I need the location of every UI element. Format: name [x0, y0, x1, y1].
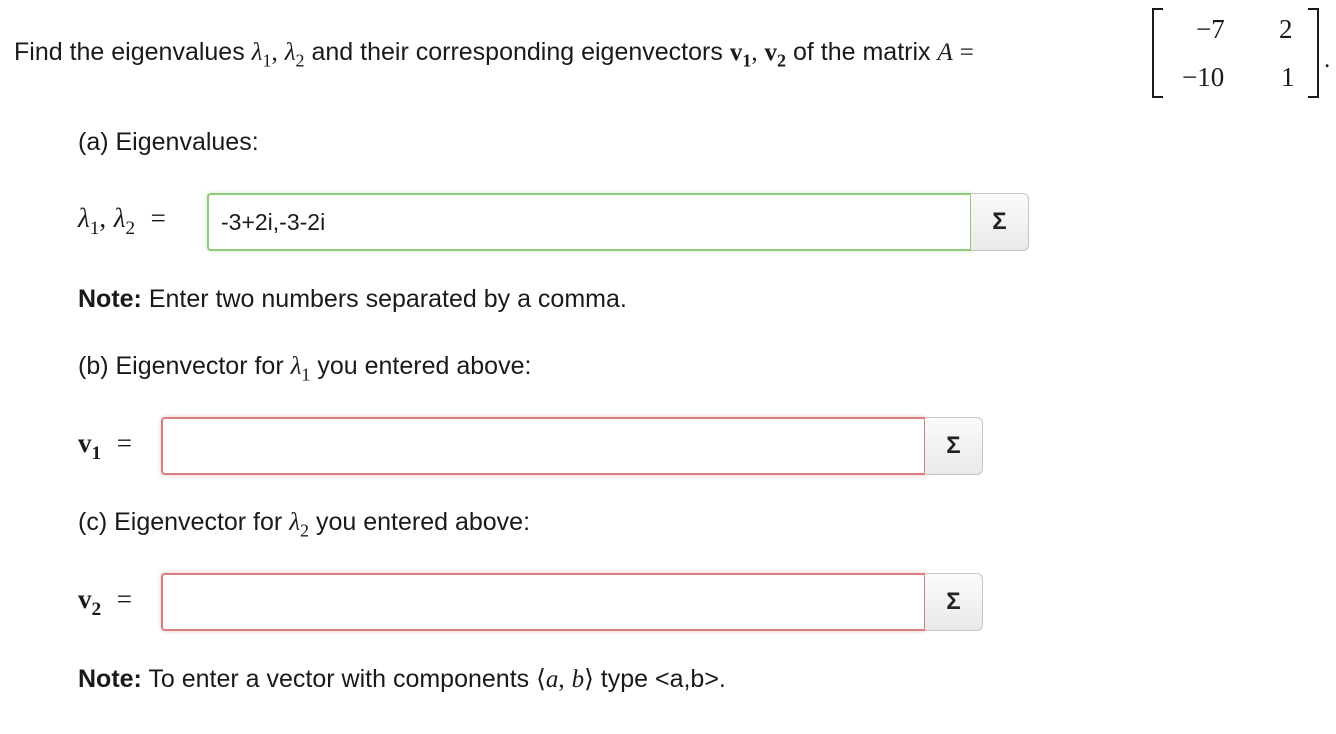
note-vector-format: Note: To enter a vector with components … [78, 664, 726, 694]
left-bracket [1152, 8, 1163, 98]
right-angle-bracket: ⟩ [584, 666, 594, 693]
equals-sign: = [150, 203, 166, 233]
sigma-button[interactable]: Σ [971, 193, 1029, 251]
heading-text: (b) Eigenvector for [78, 352, 284, 380]
matrix-A: −7 2 −10 1 . [1148, 6, 1333, 98]
matrix-cell: −10 [1182, 62, 1225, 92]
v2-label: v2 = [78, 584, 132, 619]
matrix-cell: 1 [1281, 62, 1295, 92]
lambda-symbol: λ [113, 203, 126, 233]
heading-text: you entered above: [317, 352, 532, 380]
v1-input[interactable] [161, 417, 926, 475]
lambda-symbol: λ [251, 39, 263, 66]
question-middle-text: and their corresponding eigenvectors [311, 38, 723, 66]
subscript: 1 [742, 50, 752, 71]
left-angle-bracket: ⟨ [536, 666, 546, 693]
component-a: a [545, 666, 559, 693]
eigenvalues-label: λ1, λ2 = [78, 203, 166, 238]
vector-symbol: v [78, 428, 92, 458]
lambda-symbol: λ [290, 353, 302, 380]
sigma-icon: Σ [946, 588, 961, 615]
subscript: 2 [295, 50, 305, 71]
question-end-text: of the matrix [792, 38, 931, 66]
component-b: b [571, 666, 585, 693]
vector-symbol: v [78, 584, 92, 614]
matrix-cell: −7 [1196, 14, 1225, 44]
subscript: 2 [300, 520, 310, 541]
note-text: type <a,b>. [593, 665, 726, 693]
note-text: Enter two numbers separated by a comma. [141, 285, 627, 313]
lambda-symbol: λ [78, 203, 90, 233]
part-a-heading: (a) Eigenvalues: [78, 128, 259, 156]
eigenvalues-input[interactable] [207, 193, 972, 251]
equals-sign: = [959, 39, 974, 66]
subscript: 1 [91, 442, 102, 464]
v1-label: v1 = [78, 428, 132, 463]
subscript: 2 [777, 50, 787, 71]
equals-sign: = [116, 584, 132, 614]
subscript: 1 [301, 364, 311, 385]
sigma-icon: Σ [946, 432, 961, 459]
sigma-icon: Σ [992, 208, 1007, 235]
part-b-heading: (b) Eigenvector for λ1 you entered above… [78, 352, 532, 385]
comma: , [558, 666, 565, 693]
note-text: To enter a vector with components [141, 665, 537, 693]
v2-input[interactable] [161, 573, 926, 631]
lambda-symbol: λ [284, 39, 296, 66]
lambda-symbol: λ [289, 509, 301, 536]
note-eigenvalues: Note: Enter two numbers separated by a c… [78, 285, 627, 314]
comma: , [751, 39, 758, 66]
sigma-button[interactable]: Σ [925, 417, 983, 475]
question-prefix: Find the eigenvalues [14, 38, 245, 66]
heading-text: (c) Eigenvector for [78, 508, 283, 536]
subscript: 2 [91, 598, 102, 620]
part-c-heading: (c) Eigenvector for λ2 you entered above… [78, 508, 531, 541]
subscript: 1 [262, 50, 272, 71]
heading-text: you entered above: [315, 508, 531, 536]
vector-symbol: v [729, 39, 743, 66]
sigma-button[interactable]: Σ [925, 573, 983, 631]
note-label: Note: [78, 665, 142, 693]
vector-symbol: v [764, 39, 778, 66]
comma: , [99, 203, 107, 233]
question-text: Find the eigenvalues λ1, λ2 and their co… [14, 34, 974, 71]
comma: , [271, 39, 278, 66]
subscript: 1 [89, 217, 100, 239]
subscript: 2 [125, 217, 136, 239]
matrix-cell: 2 [1279, 14, 1293, 44]
right-bracket [1308, 8, 1319, 98]
period: . [1324, 46, 1331, 73]
matrix-name: A [937, 39, 953, 66]
note-label: Note: [78, 285, 142, 313]
equals-sign: = [116, 428, 132, 458]
